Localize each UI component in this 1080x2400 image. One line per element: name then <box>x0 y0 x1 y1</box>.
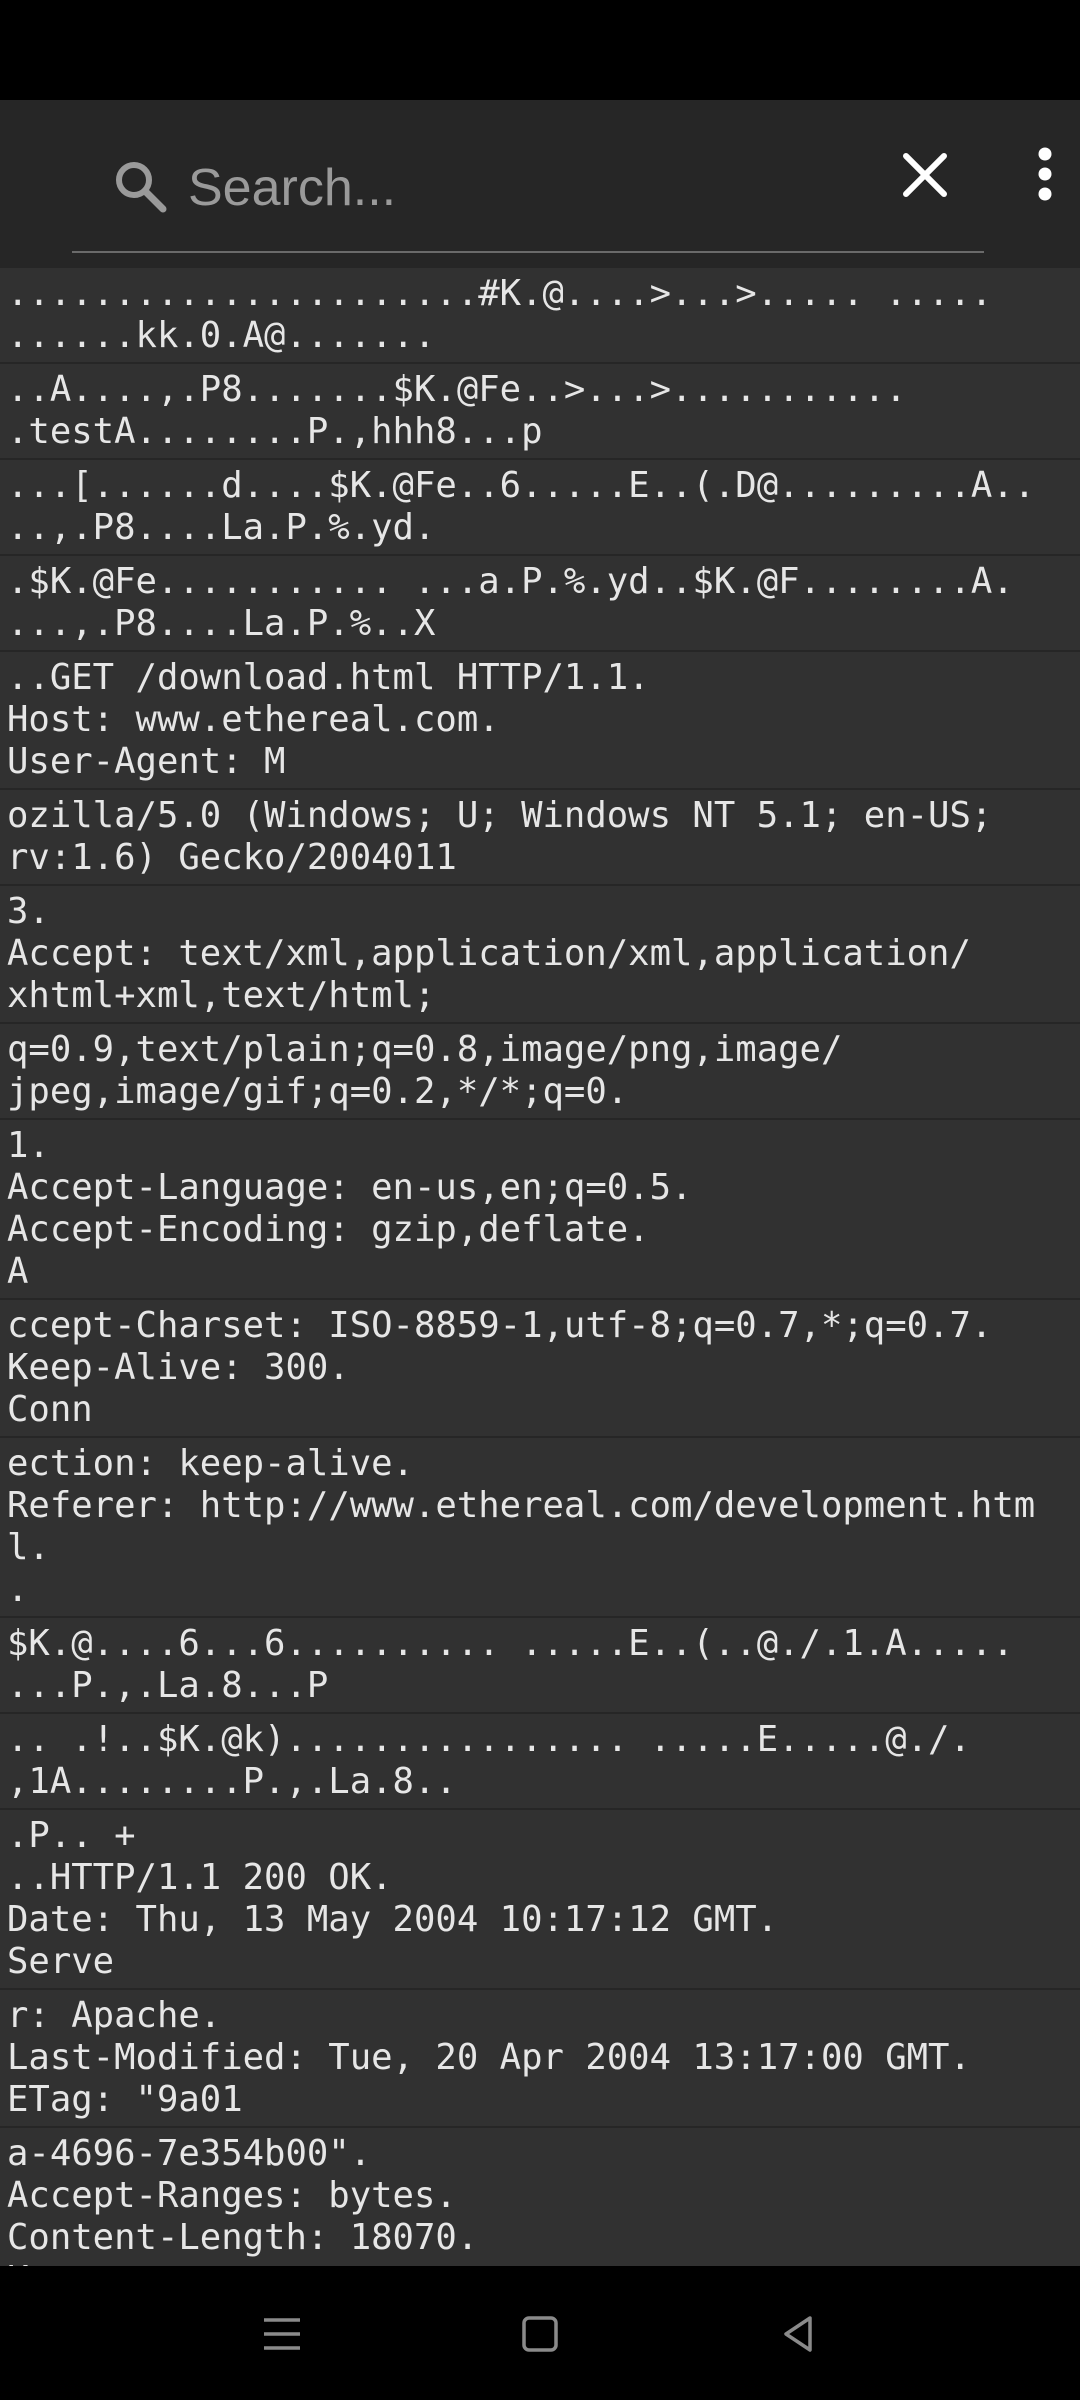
packet-row[interactable]: 1. Accept-Language: en-us,en;q=0.5. Acce… <box>0 1120 1080 1300</box>
packet-row[interactable]: a-4696-7e354b00". Accept-Ranges: bytes. … <box>0 2128 1080 2266</box>
search-icon <box>110 156 170 216</box>
packet-row[interactable]: ..A....,.P8.......$K.@Fe..>...>.........… <box>0 364 1080 460</box>
packet-row[interactable]: q=0.9,text/plain;q=0.8,image/png,image/ … <box>0 1024 1080 1120</box>
search-toolbar <box>0 100 1080 268</box>
packet-row[interactable]: $K.@....6...6.......... .....E..(..@./.1… <box>0 1618 1080 1714</box>
packet-list: ......................#K.@....>...>.....… <box>0 268 1080 2266</box>
packet-row[interactable]: .$K.@Fe........... ...a.P.%.yd..$K.@F...… <box>0 556 1080 652</box>
back-icon[interactable] <box>770 2306 826 2362</box>
packet-row[interactable]: ccept-Charset: ISO-8859-1,utf-8;q=0.7,*;… <box>0 1300 1080 1438</box>
packet-row[interactable]: .. .!..$K.@k)................ .....E....… <box>0 1714 1080 1810</box>
home-icon[interactable] <box>512 2306 568 2362</box>
search-underline <box>72 251 984 253</box>
packet-row[interactable]: r: Apache. Last-Modified: Tue, 20 Apr 20… <box>0 1990 1080 2128</box>
navigation-bar <box>0 2266 1080 2400</box>
packet-row[interactable]: ...[......d....$K.@Fe..6.....E..(.D@....… <box>0 460 1080 556</box>
close-icon[interactable] <box>890 140 960 210</box>
search-input[interactable] <box>188 150 868 226</box>
more-vertical-icon[interactable] <box>1020 140 1070 210</box>
packet-row[interactable]: 3. Accept: text/xml,application/xml,appl… <box>0 886 1080 1024</box>
packet-row[interactable]: .P.. + ..HTTP/1.1 200 OK. Date: Thu, 13 … <box>0 1810 1080 1990</box>
packet-row[interactable]: ......................#K.@....>...>.....… <box>0 268 1080 364</box>
menu-icon[interactable] <box>254 2306 310 2362</box>
packet-row[interactable]: ection: keep-alive. Referer: http://www.… <box>0 1438 1080 1618</box>
packet-row[interactable]: ozilla/5.0 (Windows; U; Windows NT 5.1; … <box>0 790 1080 886</box>
status-bar <box>0 0 1080 100</box>
packet-row[interactable]: ..GET /download.html HTTP/1.1. Host: www… <box>0 652 1080 790</box>
